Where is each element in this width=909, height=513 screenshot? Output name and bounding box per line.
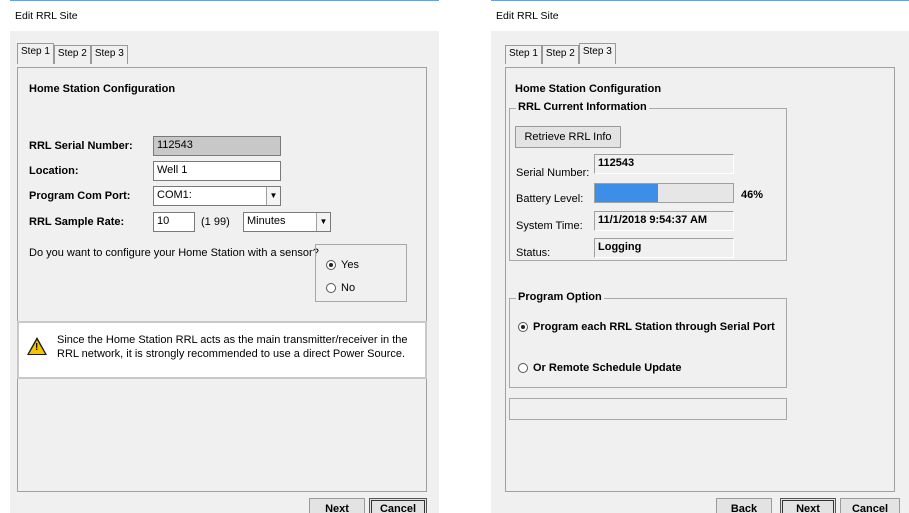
sensor-question: Do you want to configure your Home Stati…: [29, 247, 319, 259]
chevron-down-icon[interactable]: ▼: [316, 213, 330, 231]
radio-selected-icon: [326, 260, 336, 270]
rrl-info-group-title: RRL Current Information: [516, 101, 649, 113]
com-port-value: COM1:: [157, 189, 192, 201]
tab-panel: Home Station Configuration RRL Serial Nu…: [17, 67, 427, 492]
location-label: Location:: [29, 165, 79, 177]
serial-port-option-label: Program each RRL Station through Serial …: [533, 321, 775, 333]
next-button[interactable]: Next: [780, 498, 836, 513]
sensor-option-group: Yes No: [315, 244, 407, 302]
status-strip: [509, 398, 787, 420]
sensor-no-label: No: [341, 282, 356, 294]
battery-level-fill: [595, 184, 659, 202]
sample-rate-field[interactable]: 10: [153, 212, 195, 232]
system-time-label: System Time:: [516, 220, 583, 232]
tab-step-3[interactable]: Step 3: [578, 43, 616, 64]
system-time-value: 11/1/2018 9:54:37 AM: [594, 211, 734, 231]
tab-step-2[interactable]: Step 2: [541, 45, 579, 64]
sample-rate-label: RRL Sample Rate:: [29, 216, 125, 228]
edit-rrl-site-window-step1: Edit RRL Site Step 1 Step 2 Step 3 Home …: [10, 0, 439, 513]
page-heading: Home Station Configuration: [29, 83, 176, 95]
tab-strip: Step 1 Step 2 Step 3: [505, 43, 616, 64]
com-port-label: Program Com Port:: [29, 190, 131, 202]
serial-number-field: 112543: [153, 136, 281, 156]
radio-unselected-icon: [518, 363, 528, 373]
sample-rate-unit-value: Minutes: [247, 215, 286, 227]
program-option-group-title: Program Option: [516, 291, 604, 303]
title-bar: Edit RRL Site: [491, 1, 909, 31]
tab-step-1[interactable]: Step 1: [17, 43, 54, 64]
sensor-no-radio[interactable]: No: [326, 282, 355, 294]
warning-icon: !: [27, 337, 47, 355]
battery-level-percent: 46%: [741, 189, 764, 201]
remote-schedule-radio[interactable]: Or Remote Schedule Update: [518, 362, 682, 374]
serial-number-value: 112543: [594, 154, 734, 174]
retrieve-rrl-info-button[interactable]: Retrieve RRL Info: [515, 126, 621, 148]
cancel-button[interactable]: Cancel: [369, 498, 427, 513]
page-heading: Home Station Configuration: [515, 83, 662, 95]
window-title: Edit RRL Site: [496, 10, 559, 22]
serial-number-label: Serial Number:: [516, 167, 590, 179]
power-warning-box: ! Since the Home Station RRL acts as the…: [17, 321, 427, 379]
radio-selected-icon: [518, 322, 528, 332]
edit-rrl-site-window-step3: Edit RRL Site Step 1 Step 2 Step 3 Home …: [491, 0, 909, 513]
tab-step-3[interactable]: Step 3: [90, 45, 128, 64]
battery-level-bar: [594, 183, 734, 203]
program-option-group: Program Option Program each RRL Station …: [509, 291, 787, 388]
status-value: Logging: [594, 238, 734, 258]
window-title: Edit RRL Site: [15, 10, 78, 22]
cancel-button[interactable]: Cancel: [840, 498, 900, 513]
status-label: Status:: [516, 247, 551, 259]
title-bar: Edit RRL Site: [10, 1, 439, 31]
sensor-yes-label: Yes: [341, 259, 359, 271]
back-button[interactable]: Back: [716, 498, 772, 513]
serial-number-label: RRL Serial Number:: [29, 140, 133, 152]
tab-panel: Home Station Configuration RRL Current I…: [505, 67, 895, 492]
sample-rate-range: (1 99): [201, 216, 230, 228]
radio-unselected-icon: [326, 283, 336, 293]
warning-text: Since the Home Station RRL acts as the m…: [57, 334, 408, 360]
tab-step-2[interactable]: Step 2: [53, 45, 91, 64]
serial-port-radio[interactable]: Program each RRL Station through Serial …: [518, 321, 775, 333]
chevron-down-icon[interactable]: ▼: [266, 187, 280, 205]
rrl-info-group: RRL Current Information Retrieve RRL Inf…: [509, 101, 787, 261]
next-button[interactable]: Next: [309, 498, 365, 513]
tab-strip: Step 1 Step 2 Step 3: [17, 43, 128, 64]
sample-rate-unit-select[interactable]: Minutes ▼: [243, 212, 331, 232]
battery-level-label: Battery Level:: [516, 193, 584, 205]
remote-schedule-option-label: Or Remote Schedule Update: [533, 362, 682, 374]
tab-step-1[interactable]: Step 1: [505, 45, 542, 64]
sensor-yes-radio[interactable]: Yes: [326, 259, 359, 271]
location-field[interactable]: Well 1: [153, 161, 281, 181]
com-port-select[interactable]: COM1: ▼: [153, 186, 281, 206]
